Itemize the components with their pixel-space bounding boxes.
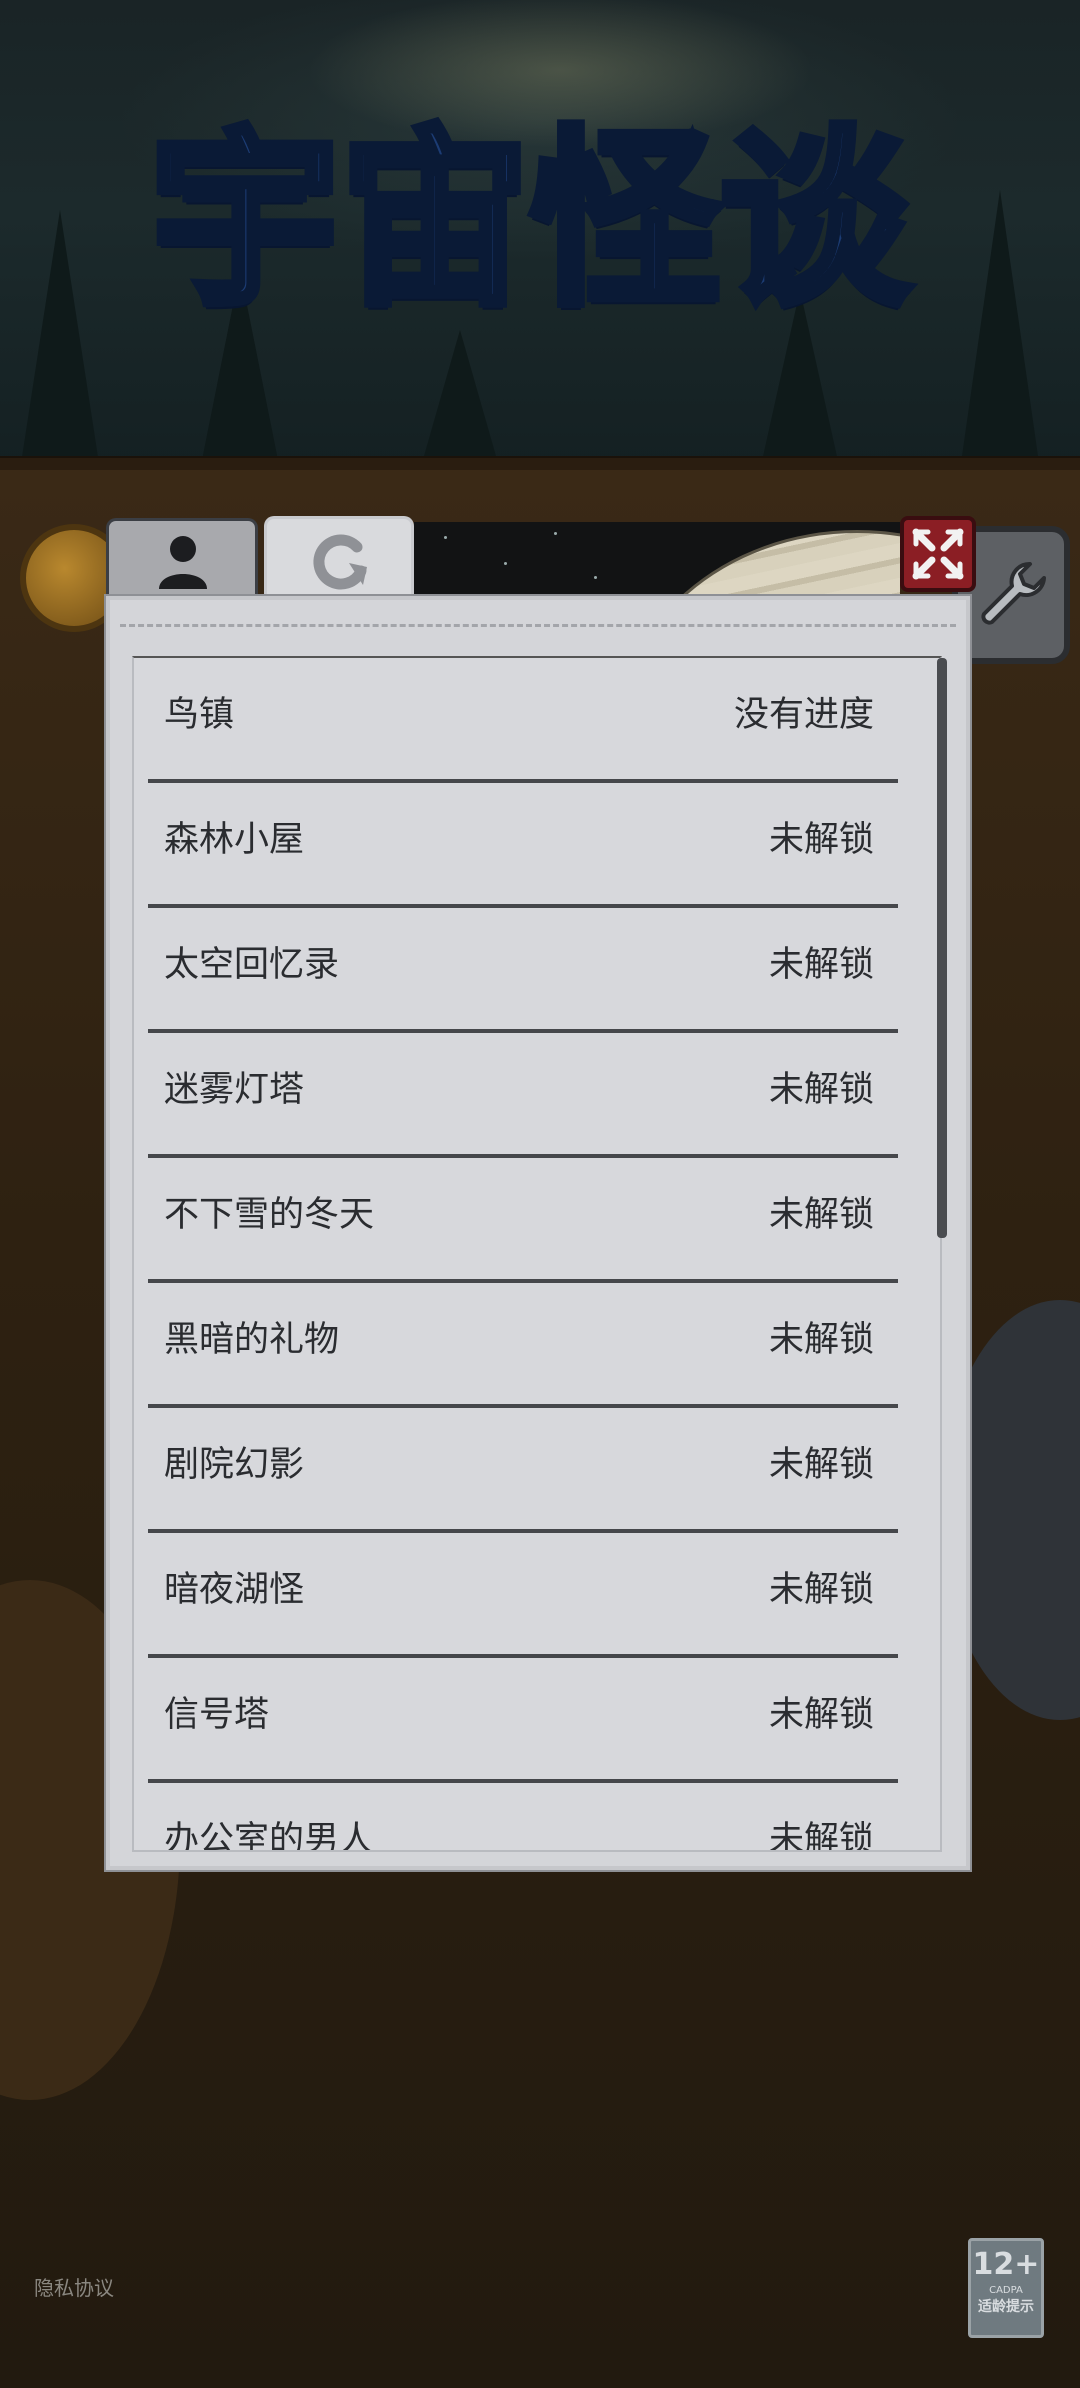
level-status: 未解锁 <box>768 1070 874 1110</box>
level-status: 未解锁 <box>768 1445 874 1485</box>
level-name: 黑暗的礼物 <box>164 1320 340 1360</box>
list-item[interactable]: 鸟镇 没有进度 <box>148 658 898 783</box>
level-status: 未解锁 <box>768 820 874 860</box>
level-name: 太空回忆录 <box>164 945 340 985</box>
star <box>554 532 557 535</box>
person-icon <box>159 536 207 589</box>
level-list[interactable]: 鸟镇 没有进度 森林小屋 未解锁 太空回忆录 未解锁 迷雾灯塔 未解锁 不下雪的… <box>132 656 942 1852</box>
game-title-logo: 宇宙怪谈 <box>146 104 914 335</box>
list-item[interactable]: 森林小屋 未解锁 <box>148 783 898 908</box>
level-name: 迷雾灯塔 <box>164 1070 305 1110</box>
level-name: 信号塔 <box>164 1695 270 1735</box>
list-item[interactable]: 迷雾灯塔 未解锁 <box>148 1033 898 1158</box>
game-screen: 宇宙怪谈 鸟镇 没有进度 森林小屋 未解锁 太空回忆录 未解锁 迷雾灯塔 未解锁… <box>0 0 1080 2388</box>
list-item[interactable]: 信号塔 未解锁 <box>148 1658 898 1783</box>
pine-tree <box>960 190 1040 470</box>
list-item[interactable]: 办公室的男人 未解锁 <box>148 1783 898 1852</box>
privacy-policy-link[interactable]: 隐私协议 <box>34 2272 114 2301</box>
space-banner <box>414 522 900 594</box>
list-item[interactable]: 剧院幻影 未解锁 <box>148 1408 898 1533</box>
close-icon <box>912 528 964 580</box>
scrollbar-thumb[interactable] <box>937 658 947 1238</box>
pine-tree <box>20 210 100 470</box>
star <box>594 576 597 579</box>
star <box>504 562 507 565</box>
star <box>444 536 447 539</box>
level-status: 未解锁 <box>768 1570 874 1610</box>
level-name: 森林小屋 <box>164 820 305 860</box>
planet-illustration <box>614 530 900 594</box>
level-status: 未解锁 <box>768 1695 874 1735</box>
wrench-icon <box>981 561 1046 625</box>
refresh-icon <box>313 534 367 590</box>
age-rating-hint: 适龄提示 <box>978 2299 1034 2315</box>
level-status: 没有进度 <box>733 695 874 735</box>
dashed-divider <box>120 624 956 627</box>
close-button[interactable] <box>900 516 976 592</box>
tab-history[interactable] <box>264 516 414 602</box>
tab-profile[interactable] <box>106 518 258 596</box>
scrollbar[interactable] <box>937 656 947 1852</box>
list-item[interactable]: 暗夜湖怪 未解锁 <box>148 1533 898 1658</box>
level-status: 未解锁 <box>768 1820 874 1852</box>
level-name: 办公室的男人 <box>164 1820 375 1852</box>
age-rating-org: CADPA <box>989 2285 1023 2296</box>
level-name: 鸟镇 <box>164 695 235 735</box>
age-rating-badge[interactable]: 12+ CADPA 适龄提示 <box>968 2238 1044 2338</box>
list-item[interactable]: 太空回忆录 未解锁 <box>148 908 898 1033</box>
list-item[interactable]: 黑暗的礼物 未解锁 <box>148 1283 898 1408</box>
level-history-panel: 鸟镇 没有进度 森林小屋 未解锁 太空回忆录 未解锁 迷雾灯塔 未解锁 不下雪的… <box>106 596 970 1870</box>
pine-tree <box>420 330 500 470</box>
level-status: 未解锁 <box>768 945 874 985</box>
level-name: 不下雪的冬天 <box>164 1195 375 1235</box>
level-status: 未解锁 <box>768 1195 874 1235</box>
list-item[interactable]: 不下雪的冬天 未解锁 <box>148 1158 898 1283</box>
level-name: 剧院幻影 <box>164 1445 305 1485</box>
age-rating: 12+ <box>972 2247 1040 2282</box>
level-status: 未解锁 <box>768 1320 874 1360</box>
level-name: 暗夜湖怪 <box>164 1570 305 1610</box>
